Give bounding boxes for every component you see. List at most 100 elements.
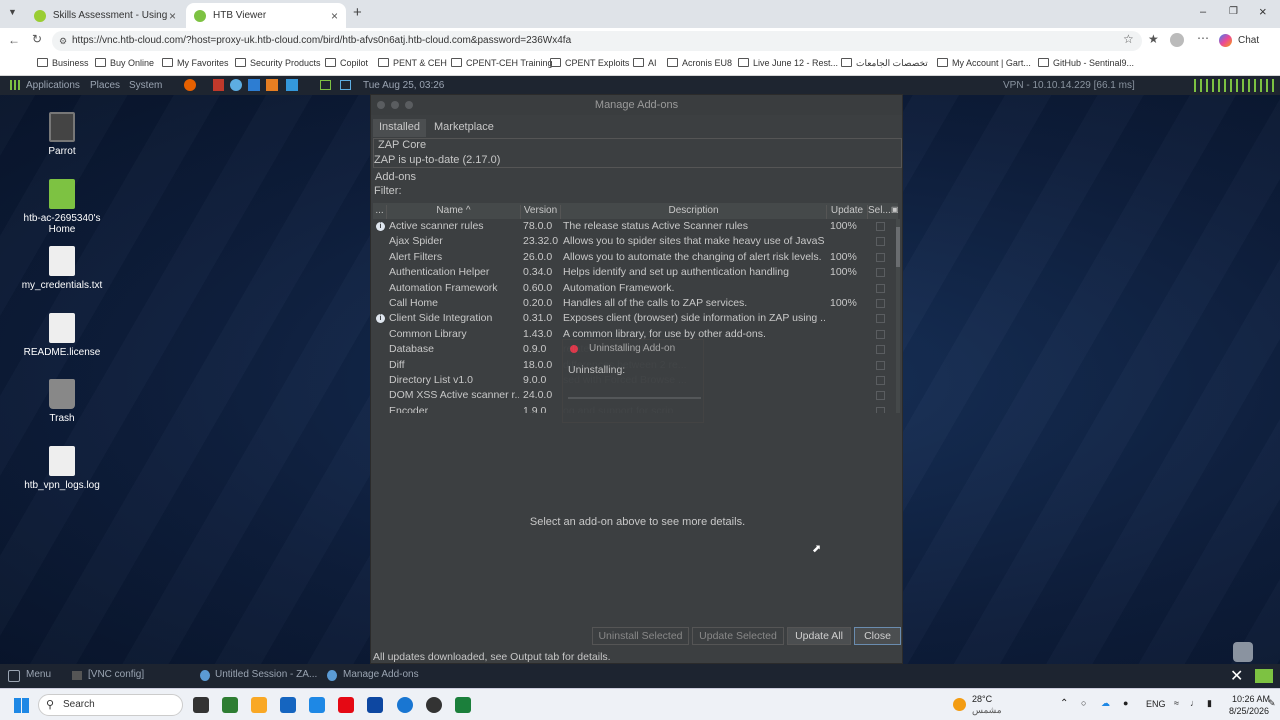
column-header-update[interactable]: Update [827,205,868,219]
app-icon[interactable] [426,697,442,713]
terminal-icon[interactable] [320,80,331,90]
close-window-icon[interactable]: × [1259,4,1267,19]
reload-icon[interactable]: ↻ [32,32,42,46]
table-row[interactable]: Alert Filters 26.0.0 Allows you to automat… [373,250,898,265]
filter-input[interactable] [403,185,900,200]
uninstall-selected-button[interactable]: Uninstall Selected [592,627,689,645]
select-checkbox[interactable] [876,360,885,370]
taskbar-item-manage-addons[interactable]: Manage Add-ons [343,669,419,680]
bookmark-item[interactable]: Copilot [325,58,368,68]
vscode-icon[interactable] [248,79,260,91]
tab-marketplace[interactable]: Marketplace [428,119,500,137]
window-icon[interactable] [340,80,351,90]
close-dot-icon[interactable] [377,101,385,109]
excel-icon[interactable] [455,697,471,713]
select-checkbox[interactable] [876,406,885,413]
restore-icon[interactable]: ❐ [1229,6,1238,17]
tab-skills-assessment[interactable]: Skills Assessment - Using Web Pro × [26,3,184,28]
minimize-icon[interactable]: – [1200,6,1206,18]
close-icon[interactable]: ✕ [1230,666,1243,686]
tab-close-icon[interactable]: × [331,9,338,23]
meet-icon[interactable]: ● [1123,698,1128,708]
close-dot-icon[interactable] [570,345,578,353]
update-all-button[interactable]: Update All [787,627,851,645]
select-checkbox[interactable] [876,345,885,355]
wifi-icon[interactable]: ≈ [1174,698,1179,708]
network-icon[interactable]: ○ [1081,698,1086,708]
bookmark-item[interactable]: My Favorites [162,58,229,68]
battery-icon[interactable]: ▮ [1207,698,1212,709]
table-row[interactable]: Call Home 0.20.0 Handles all of the calls … [373,296,898,311]
column-header-description[interactable]: Description [561,205,827,219]
workspace-icon[interactable] [1255,669,1273,683]
launcher-icon[interactable] [266,79,278,91]
desktop-icon-readme[interactable]: README.license [12,313,112,358]
column-header-select[interactable]: Sel... [868,205,891,219]
clock-date[interactable]: 8/25/2026 [1229,706,1269,716]
table-row[interactable]: i Client Side Integration 0.31.0 Exposes cl… [373,311,898,326]
language-indicator[interactable]: ENG [1146,699,1166,709]
firefox-icon[interactable] [184,79,196,91]
address-bar[interactable]: ⚙ https://vnc.htb-cloud.com/?host=proxy-… [52,31,1142,51]
volume-icon[interactable]: ♩ [1190,698,1199,708]
vnc-control-icon[interactable] [1233,642,1253,662]
profile-avatar[interactable] [1170,33,1184,47]
tab-htb-viewer[interactable]: HTB Viewer × [186,3,346,28]
select-checkbox[interactable] [876,376,885,385]
select-checkbox[interactable] [876,252,885,262]
taskbar-item-zap-session[interactable]: Untitled Session - ZA... [215,669,317,680]
more-menu-icon[interactable]: ⋯ [1197,31,1209,45]
browser-icon[interactable] [397,697,413,713]
select-checkbox[interactable] [876,329,885,339]
bookmark-item[interactable]: PENT & CEH [378,58,447,68]
bookmark-item[interactable]: GitHub - Sentinal9... [1038,58,1134,68]
window-title-bar[interactable]: Manage Add-ons [371,95,902,115]
edge-icon[interactable] [222,697,238,713]
bookmark-item[interactable]: Acronis EU8 [667,58,732,68]
launcher-icon[interactable] [286,79,298,91]
outlook-icon[interactable] [309,697,325,713]
desktop-icon-parrot[interactable]: Parrot [12,112,112,157]
launcher-icon[interactable] [230,79,242,91]
weather-icon[interactable] [953,698,966,711]
applications-grid-icon[interactable] [10,80,20,90]
bookmark-item[interactable]: AI [633,58,657,68]
new-tab-button[interactable]: + [353,4,362,21]
menu-button[interactable]: Menu [26,669,51,680]
table-row[interactable]: i Active scanner rules 78.0.0 The release s… [373,219,898,234]
bookmark-item[interactable]: Business [37,58,89,68]
netflix-icon[interactable] [338,697,354,713]
menu-applications[interactable]: Applications [26,80,80,91]
star-icon[interactable]: ☆ [1123,32,1134,46]
tab-list-chevron-icon[interactable]: ▼ [8,7,17,17]
bookmark-item[interactable]: My Account | Gart... [937,58,1031,68]
back-icon[interactable]: ← [8,33,20,47]
bookmark-item[interactable]: تخصصات الجامعات [841,58,928,69]
select-checkbox[interactable] [876,237,885,247]
scrollbar-thumb[interactable] [896,227,900,267]
copilot-icon[interactable] [1219,34,1232,47]
taskbar-search[interactable]: ⚲ Search [38,694,183,716]
task-view-icon[interactable] [193,697,209,713]
chat-button[interactable]: Chat [1238,35,1259,46]
select-checkbox[interactable] [876,222,885,231]
tab-close-icon[interactable]: × [169,9,176,23]
bookmark-item[interactable]: Security Products [235,58,321,68]
dialog-title-bar[interactable]: Uninstalling Add-on [563,340,703,358]
favorites-icon[interactable]: ★ [1148,32,1159,46]
mail-icon[interactable] [367,697,383,713]
desktop-icon-home[interactable]: htb-ac-2695340's Home [12,179,112,235]
select-checkbox[interactable] [876,299,885,308]
select-checkbox[interactable] [876,283,885,293]
menu-places[interactable]: Places [90,80,120,91]
windows-start-icon[interactable] [14,698,29,713]
select-checkbox[interactable] [876,391,885,401]
bookmark-item[interactable]: Live June 12 - Rest... [738,58,838,68]
file-explorer-icon[interactable] [251,697,267,713]
notification-icon[interactable]: ✎ [1268,698,1276,709]
column-header-info[interactable]: ... [373,205,387,219]
onedrive-icon[interactable]: ☁ [1101,698,1110,709]
select-checkbox[interactable] [876,268,885,278]
desktop-icon-credentials[interactable]: my_credentials.txt [12,246,112,291]
select-checkbox[interactable] [876,314,885,324]
